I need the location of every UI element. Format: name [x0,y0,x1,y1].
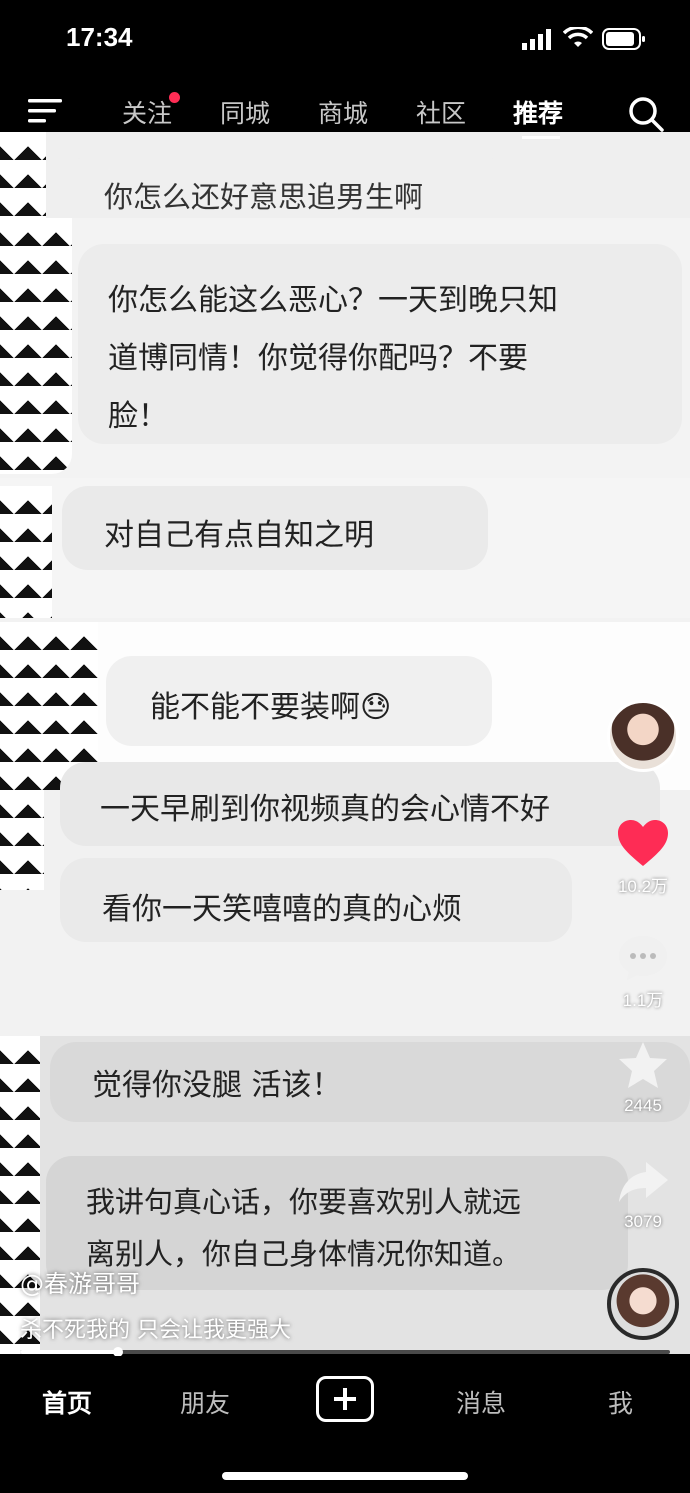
houndstooth-pattern [0,790,44,890]
tab-mall[interactable]: 商城 [318,94,368,130]
share-button[interactable]: 3079 [610,1158,676,1232]
tab-recommended[interactable]: 推荐 [513,94,563,130]
favorite-count: 2445 [624,1096,662,1115]
video-progress-bar[interactable] [20,1347,670,1357]
video-caption: 杀不死我的 只会让我更强大 [20,1318,291,1343]
share-arrow-icon [619,1162,668,1202]
houndstooth-pattern [0,218,72,474]
nav-home[interactable]: 首页 [42,1384,92,1420]
chat-text: 对自己有点自知之明 [104,518,374,553]
houndstooth-pattern [0,486,52,618]
chat-text: 一天早刷到你视频真的会心情不好 [100,792,550,827]
nav-me[interactable]: 我 [608,1384,633,1420]
search-icon[interactable] [628,96,664,132]
tab-following[interactable]: 关注 [122,92,181,130]
screenshot-band: 你怎么能这么恶心？一天到晚只知 道博同情！你觉得你配吗？不要 脸！ [0,218,690,478]
chat-text-line: 道博同情！你觉得你配吗？不要 [108,341,528,376]
menu-icon[interactable] [28,98,62,124]
chat-bubble: 看你一天笑嘻嘻的真的心烦 [60,858,572,942]
comment-button[interactable]: 1.1万 [610,932,676,1011]
chat-text-line: 你怎么能这么恶心？一天到晚只知 [108,283,558,318]
screenshot-band: 觉得你没腿 活该！ 我讲句真心话，你要喜欢别人就远 离别人，你自己身体情况你知道… [0,1036,690,1354]
progress-fill [20,1350,118,1354]
chat-bubble: 你怎么还好意思追男生啊 [64,156,508,218]
star-icon [619,1042,667,1088]
tab-community[interactable]: 社区 [416,94,466,130]
video-player[interactable]: 你怎么还好意思追男生啊 你怎么能这么恶心？一天到晚只知 道博同情！你觉得你配吗？… [0,132,690,1354]
comment-icon [619,936,667,980]
music-disc-icon[interactable] [607,1268,679,1340]
active-tab-indicator [522,136,560,139]
houndstooth-pattern [0,1036,40,1354]
chat-text-line: 离别人，你自己身体情况你知道。 [86,1237,522,1271]
nav-messages[interactable]: 消息 [456,1384,506,1420]
tab-following-label: 关注 [122,99,173,128]
chat-text: 能不能不要装啊😓 [150,690,392,725]
chat-text: 看你一天笑嘻嘻的真的心烦 [102,892,462,927]
tab-community-label: 社区 [416,99,467,128]
status-time: 17:34 [66,22,133,52]
nav-friends[interactable]: 朋友 [180,1384,230,1420]
plus-icon [334,1388,356,1410]
wifi-icon [563,27,593,47]
houndstooth-pattern [0,132,46,218]
like-count: 10.2万 [617,877,669,896]
status-bar: 17:34 [0,0,690,80]
chat-text-line: 脸！ [108,399,168,434]
like-button[interactable]: 10.2万 [610,818,676,897]
author-handle[interactable]: @春游哥哥 [20,1264,140,1299]
tab-nearby-label: 同城 [220,99,271,128]
create-post-button[interactable] [316,1376,374,1422]
comment-count: 1.1万 [622,991,664,1010]
chat-text-line: 我讲句真心话，你要喜欢别人就远 [86,1185,522,1219]
heart-icon [618,820,668,866]
creator-avatar[interactable] [607,700,679,772]
screenshot-band: 一天早刷到你视频真的会心情不好 看你一天笑嘻嘻的真的心烦 [0,762,690,942]
favorite-button[interactable]: 2445 [610,1040,676,1116]
share-count: 3079 [624,1212,662,1231]
tab-mall-label: 商城 [318,99,369,128]
tab-nearby[interactable]: 同城 [220,94,270,130]
chat-text: 你怎么还好意思追男生啊 [104,180,424,214]
chat-text: 觉得你没腿 活该！ [92,1068,342,1103]
chat-bubble: 你怎么能这么恶心？一天到晚只知 道博同情！你觉得你配吗？不要 脸！ [78,244,682,444]
battery-icon [602,28,645,50]
chat-bubble: 能不能不要装啊😓 [106,656,492,746]
cellular-signal-icon [522,29,551,50]
top-nav: 关注 同城 商城 社区 推荐 [0,80,690,132]
chat-bubble: 一天早刷到你视频真的会心情不好 [60,762,660,846]
screenshot-band: 你怎么还好意思追男生啊 [0,132,690,218]
screenshot-band: 对自己有点自知之明 [0,478,690,618]
notification-dot [169,92,181,103]
chat-bubble: 对自己有点自知之明 [62,486,488,570]
home-indicator [222,1472,468,1480]
tab-recommended-label: 推荐 [513,99,564,128]
chat-bubble: 觉得你没腿 活该！ [50,1042,690,1122]
